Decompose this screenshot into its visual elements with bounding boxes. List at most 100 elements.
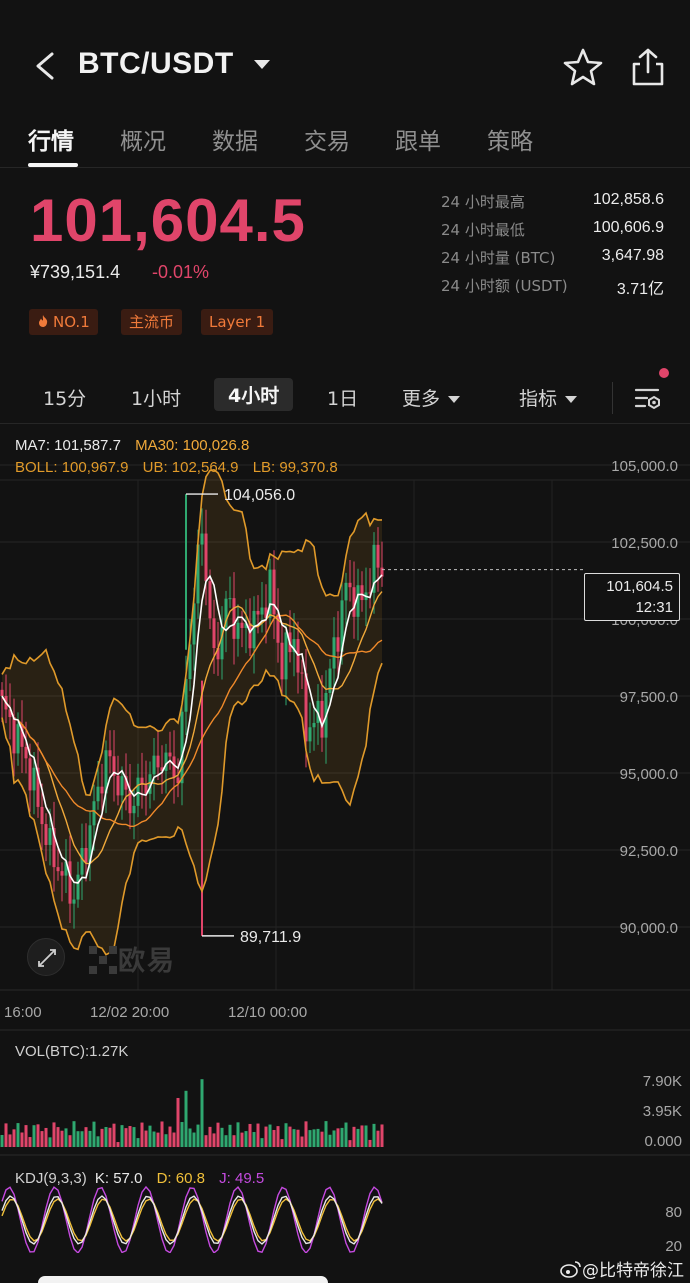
- volume-bar: [68, 1135, 72, 1147]
- candle-body: [84, 847, 88, 863]
- candle-body: [24, 746, 28, 759]
- category-badge[interactable]: 主流币: [121, 309, 183, 335]
- candle-body: [16, 724, 20, 754]
- volume-bar: [64, 1128, 68, 1147]
- candle-body: [236, 622, 240, 639]
- tab-trade[interactable]: 交易: [304, 122, 350, 156]
- chart-area[interactable]: 105,000.0102,500.0100,000.097,500.095,00…: [0, 425, 690, 1255]
- layer-badge[interactable]: Layer 1: [201, 309, 274, 335]
- pair-title[interactable]: BTC/USDT: [78, 47, 234, 81]
- volume-bar: [188, 1128, 192, 1147]
- star-icon[interactable]: [562, 46, 604, 88]
- candle-body: [48, 828, 52, 845]
- volume-bar: [252, 1132, 256, 1147]
- back-arrow-icon[interactable]: [30, 48, 60, 84]
- caret-down-icon: [565, 396, 578, 403]
- tab-data[interactable]: 数据: [212, 122, 258, 156]
- volume-bar: [124, 1128, 128, 1147]
- chart-settings-icon[interactable]: [634, 384, 662, 412]
- watermark-label: 欧易: [118, 946, 176, 977]
- volume-bar: [356, 1128, 360, 1147]
- candle-body: [208, 581, 212, 619]
- kline-chart[interactable]: 105,000.0102,500.0100,000.097,500.095,00…: [0, 425, 690, 1255]
- candle-body: [232, 598, 236, 639]
- volume-bar: [56, 1127, 60, 1147]
- volume-y-tick: 0.000: [644, 1133, 682, 1150]
- candle-body: [120, 776, 124, 796]
- candle-body: [280, 642, 284, 680]
- volume-bar: [280, 1139, 284, 1147]
- top-bar: BTC/USDT: [0, 0, 690, 110]
- ma-legend-row-1: MA7: 101,587.7 MA30: 100,026.8: [15, 437, 249, 454]
- period-1d[interactable]: 1日: [327, 384, 358, 411]
- volume-bar: [140, 1122, 144, 1147]
- volume-bar: [360, 1125, 364, 1147]
- candle-body: [240, 622, 244, 628]
- volume-bar: [148, 1125, 152, 1147]
- weibo-watermark: @比特帝徐江: [560, 1256, 684, 1281]
- tab-overview[interactable]: 概况: [120, 122, 166, 156]
- volume-bar: [220, 1127, 224, 1147]
- rank-badge[interactable]: NO.1: [29, 309, 98, 335]
- volume-bar: [304, 1121, 308, 1147]
- tab-strategy[interactable]: 策略: [487, 122, 533, 156]
- volume-bar: [44, 1127, 48, 1147]
- volume-bar: [176, 1097, 180, 1147]
- volume-bar: [144, 1130, 148, 1147]
- volume-bar: [92, 1121, 96, 1147]
- ma7-value: MA7: 101,587.7: [15, 437, 121, 454]
- y-axis-tick: 92,500.0: [620, 843, 678, 860]
- fire-icon: [39, 315, 48, 327]
- period-1h[interactable]: 1小时: [131, 384, 181, 411]
- fullscreen-button[interactable]: [27, 938, 65, 976]
- candle-body: [32, 767, 36, 791]
- stat-value-low: 100,606.9: [592, 219, 664, 236]
- kdj-title: KDJ(9,3,3): [15, 1170, 87, 1187]
- tab-copy-trading[interactable]: 跟单: [395, 122, 441, 156]
- period-more-dropdown[interactable]: 更多: [402, 384, 461, 411]
- volume-bar: [84, 1127, 88, 1147]
- volume-bar: [48, 1137, 52, 1147]
- volume-bar: [40, 1131, 44, 1147]
- rank-badge-label: NO.1: [53, 313, 90, 331]
- volume-bar: [136, 1138, 140, 1147]
- volume-bar: [236, 1122, 240, 1147]
- candle-body: [336, 637, 340, 652]
- volume-bar: [4, 1123, 8, 1147]
- candle-body: [80, 847, 84, 875]
- volume-bar: [372, 1123, 376, 1147]
- x-axis-tick: 12/02 20:00: [90, 1004, 169, 1021]
- kdj-legend: KDJ(9,3,3) K: 57.0 D: 60.8 J: 49.5: [15, 1170, 264, 1187]
- volume-bar: [272, 1129, 276, 1147]
- candle-body: [68, 861, 72, 904]
- candle-body: [100, 786, 104, 794]
- volume-bar: [332, 1130, 336, 1147]
- period-15m[interactable]: 15分: [43, 384, 86, 411]
- tab-market[interactable]: 行情: [28, 122, 74, 156]
- candle-body: [0, 689, 4, 696]
- volume-bar: [88, 1130, 92, 1147]
- volume-bar: [32, 1125, 36, 1147]
- kdj-d-value: D: 60.8: [156, 1170, 205, 1187]
- y-axis-tick: 105,000.0: [611, 458, 678, 475]
- volume-bar: [164, 1134, 168, 1147]
- volume-bar: [184, 1090, 188, 1147]
- volume-bar: [364, 1125, 368, 1147]
- share-icon[interactable]: [628, 46, 668, 88]
- candle-body: [12, 717, 16, 754]
- candle-body: [248, 623, 252, 649]
- active-tab-indicator: [28, 163, 78, 167]
- candle-body: [212, 618, 216, 649]
- chevron-down-icon[interactable]: [254, 60, 270, 69]
- candle-body: [252, 610, 256, 649]
- low-marker-label: 89,711.9: [240, 929, 301, 946]
- volume-bar: [20, 1132, 24, 1147]
- candle-body: [40, 806, 44, 825]
- current-price-value: 101,604.5: [606, 578, 673, 595]
- stat-value-high: 102,858.6: [592, 191, 664, 208]
- main-tabs: 行情 概况 数据 交易 跟单 策略: [0, 110, 690, 168]
- indicators-dropdown[interactable]: 指标: [519, 384, 578, 411]
- volume-bar: [232, 1135, 236, 1147]
- volume-bar: [100, 1128, 104, 1147]
- period-4h[interactable]: 4小时: [214, 378, 294, 411]
